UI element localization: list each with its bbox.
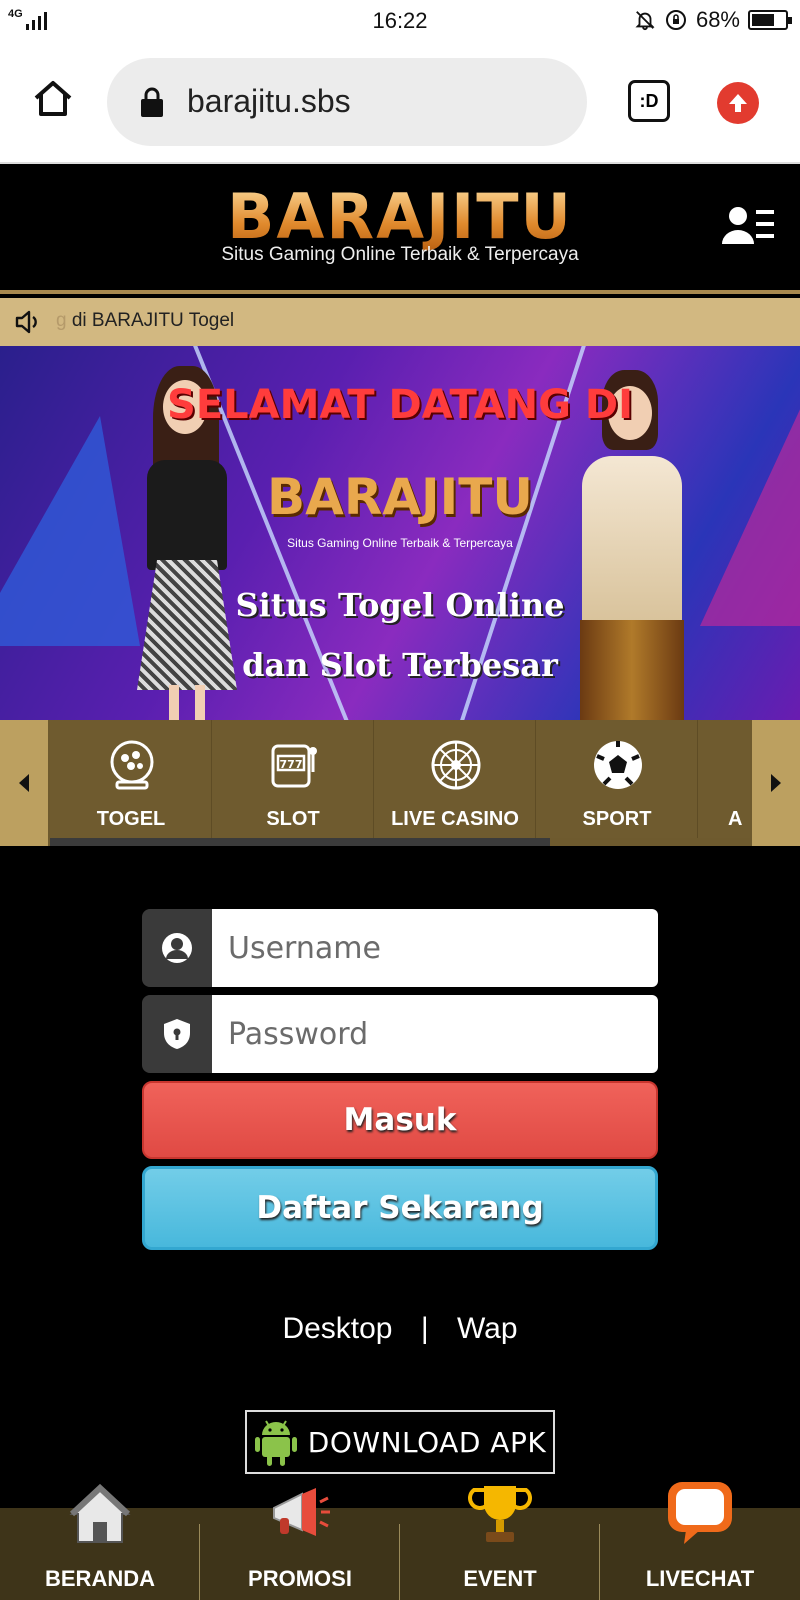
- category-label: SPORT: [582, 808, 652, 830]
- shield-lock-icon: [142, 995, 212, 1073]
- marquee-text-faded: g: [56, 310, 67, 331]
- banner-welcome: SELAMAT DATANG DI: [167, 382, 633, 428]
- username-field: [142, 909, 658, 987]
- soccer-ball-icon: [594, 741, 642, 789]
- android-icon: [254, 1420, 297, 1466]
- caret-left-icon: [19, 774, 29, 792]
- svg-text:777: 777: [280, 758, 303, 771]
- battery-icon: [748, 10, 792, 30]
- category-live-casino[interactable]: LIVE CASINO: [374, 720, 536, 838]
- banner-tagline: Situs Gaming Online Terbaik & Terpercaya: [287, 536, 513, 550]
- banner-logo: BARAJITU: [267, 468, 533, 526]
- category-label: TOGEL: [96, 808, 166, 830]
- status-bar: 4G 16:22 68%: [0, 0, 800, 42]
- nav-label: PROMOSI: [248, 1566, 352, 1591]
- category-togel[interactable]: TOGEL: [50, 720, 212, 838]
- category-scroll-indicator: [50, 838, 550, 846]
- caret-right-icon: [771, 774, 781, 792]
- site-logo[interactable]: BARAJITU: [0, 180, 800, 253]
- home-icon[interactable]: [30, 76, 76, 122]
- category-slot[interactable]: 777 SLOT: [212, 720, 374, 838]
- site-tagline: Situs Gaming Online Terbaik & Terpercaya: [221, 244, 579, 265]
- arrow-up-icon: [729, 94, 747, 112]
- banner-headline-2: dan Slot Terbesar: [242, 646, 558, 684]
- roulette-icon: [431, 740, 481, 790]
- nav-promosi[interactable]: PROMOSI: [200, 1488, 400, 1600]
- lock-icon: [141, 87, 163, 117]
- desktop-link[interactable]: Desktop: [282, 1312, 392, 1345]
- update-button[interactable]: [717, 82, 759, 124]
- address-bar[interactable]: barajitu.sbs: [107, 58, 587, 146]
- nav-beranda[interactable]: BERANDA: [0, 1483, 200, 1600]
- category-label: A: [728, 808, 743, 830]
- announcement-marquee: g di BARAJITU Togel: [0, 298, 800, 346]
- slot-machine-icon: 777: [271, 744, 317, 788]
- category-sport[interactable]: SPORT: [536, 720, 698, 838]
- tab-switcher-button[interactable]: :D: [628, 80, 670, 122]
- url-text: barajitu.sbs: [187, 83, 351, 119]
- link-separator: |: [420, 1312, 429, 1345]
- nav-event[interactable]: EVENT: [400, 1486, 600, 1600]
- category-label: SLOT: [266, 808, 320, 830]
- category-prev-button[interactable]: [0, 720, 48, 846]
- register-button[interactable]: Daftar Sekarang: [142, 1166, 658, 1250]
- speaker-icon: [15, 310, 37, 334]
- user-icon: [142, 909, 212, 987]
- home-icon: [69, 1483, 131, 1543]
- nav-label: LIVECHAT: [645, 1566, 755, 1591]
- category-nav: TOGEL 777 SLOT LIVE CASINO SPORT A: [0, 720, 800, 846]
- version-links: Desktop | Wap: [0, 1312, 800, 1346]
- browser-toolbar: barajitu.sbs :D: [0, 42, 800, 164]
- site-header: BARAJITU Situs Gaming Online Terbaik & T…: [0, 166, 800, 294]
- nav-label: BERANDA: [45, 1566, 155, 1591]
- megaphone-icon: [273, 1488, 330, 1536]
- bottom-nav: BERANDA PROMOSI EVENT LIVECHAT: [0, 1482, 800, 1600]
- password-field: [142, 995, 658, 1073]
- promo-banner[interactable]: SELAMAT DATANG DI BARAJITU Situs Gaming …: [0, 346, 800, 720]
- username-input[interactable]: [212, 909, 658, 987]
- nav-livechat[interactable]: LIVECHAT: [600, 1482, 800, 1600]
- mute-bell-icon: [635, 11, 655, 31]
- chat-icon: [668, 1482, 732, 1544]
- category-next-button[interactable]: [752, 720, 800, 846]
- category-label: LIVE CASINO: [391, 808, 519, 830]
- download-apk-label: DOWNLOAD APK: [307, 1425, 547, 1459]
- download-apk-button[interactable]: DOWNLOAD APK: [245, 1410, 555, 1474]
- login-button[interactable]: Masuk: [142, 1081, 658, 1159]
- banner-headline-1: Situs Togel Online: [235, 586, 565, 624]
- rotation-lock-icon: [665, 10, 686, 30]
- wap-link[interactable]: Wap: [457, 1312, 518, 1345]
- category-more[interactable]: A: [698, 720, 750, 838]
- password-input[interactable]: [212, 995, 658, 1073]
- battery-percent: 68%: [695, 7, 740, 32]
- nav-label: EVENT: [463, 1566, 537, 1591]
- trophy-icon: [468, 1486, 532, 1542]
- user-menu-icon[interactable]: [722, 204, 776, 248]
- lottery-ball-icon: [110, 740, 154, 790]
- marquee-text: di BARAJITU Togel: [71, 310, 235, 331]
